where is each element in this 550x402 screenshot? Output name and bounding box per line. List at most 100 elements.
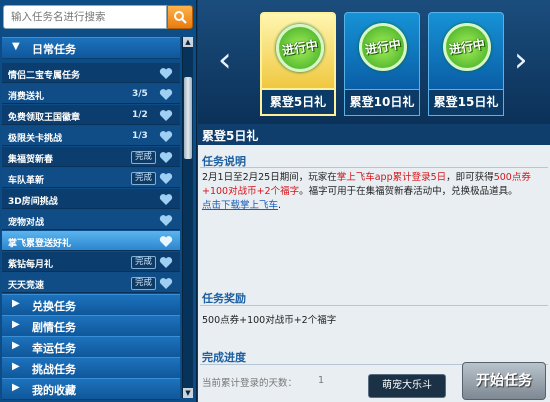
- in-progress-badge: 进行中: [276, 24, 324, 72]
- task-item[interactable]: 车队革新 完成: [2, 168, 180, 188]
- tooltip: 萌宠大乐斗: [368, 374, 446, 398]
- in-progress-badge: 进行中: [359, 23, 407, 71]
- start-task-button[interactable]: 开始任务: [462, 362, 546, 400]
- search-button[interactable]: [167, 5, 193, 29]
- task-name: 3D房间挑战: [8, 197, 58, 207]
- search-icon: [174, 11, 187, 24]
- card-label: 累登10日礼: [344, 90, 420, 116]
- heart-icon[interactable]: [159, 277, 173, 290]
- card-label: 累登5日礼: [260, 90, 336, 116]
- section-challenge-tasks[interactable]: ▶ 挑战任务: [2, 357, 180, 379]
- section-favorites[interactable]: ▶ 我的收藏: [2, 378, 180, 400]
- scroll-thumb[interactable]: [184, 77, 192, 159]
- scroll-down-icon[interactable]: ▼: [183, 388, 193, 398]
- task-description: 2月1日至2月25日期间，玩家在掌上飞车app累计登录5日，即可获得500点券+…: [202, 171, 544, 213]
- task-item[interactable]: 消费送礼 3/5: [2, 84, 180, 104]
- heart-icon[interactable]: [159, 67, 173, 80]
- task-name: 紫钻每月礼: [8, 260, 54, 270]
- heart-icon[interactable]: [159, 88, 173, 101]
- card-label: 累登15日礼: [428, 90, 504, 116]
- badge-text: 进行中: [281, 37, 320, 59]
- search-input[interactable]: [3, 5, 167, 29]
- task-name: 极限关卡挑战: [8, 134, 63, 144]
- heart-icon[interactable]: [159, 151, 173, 164]
- task-name: 天天竞速: [8, 281, 45, 291]
- task-progress: 1/2: [132, 110, 148, 120]
- section-label: 挑战任务: [32, 363, 76, 376]
- task-name: 消费送礼: [8, 92, 45, 102]
- task-progress: 1/3: [132, 131, 148, 141]
- task-name: 掌飞累登送好礼: [8, 239, 72, 249]
- task-name: 情侣二宝专属任务: [8, 71, 81, 81]
- task-item[interactable]: 紫钻每月礼 完成: [2, 252, 180, 272]
- task-title: 累登5日礼: [202, 129, 259, 143]
- task-name: 免费领取王国徽章: [8, 113, 81, 123]
- expand-arrow-icon: ▶: [12, 382, 20, 393]
- section-lucky-tasks[interactable]: ▶ 幸运任务: [2, 336, 180, 358]
- badge-text: 进行中: [448, 36, 487, 58]
- section-label: 日常任务: [32, 43, 76, 56]
- badge-text: 进行中: [364, 36, 403, 58]
- task-item[interactable]: 3D房间挑战: [2, 189, 180, 209]
- heart-icon[interactable]: [159, 235, 173, 248]
- in-progress-badge: 进行中: [443, 23, 491, 71]
- expand-arrow-icon: ▶: [12, 319, 20, 330]
- section-label: 我的收藏: [32, 384, 76, 397]
- heart-icon[interactable]: [159, 214, 173, 227]
- task-item[interactable]: 宠物对战: [2, 210, 180, 230]
- card-image: 进行中: [344, 12, 420, 90]
- reward-card-5day[interactable]: 进行中 累登5日礼: [260, 12, 336, 116]
- task-item-selected[interactable]: 掌飞累登送好礼: [2, 231, 180, 251]
- task-name: 宠物对战: [8, 218, 45, 228]
- heart-icon[interactable]: [159, 109, 173, 122]
- reward-card-10day[interactable]: 进行中 累登10日礼: [344, 12, 420, 116]
- task-item[interactable]: 免费领取王国徽章 1/2: [2, 105, 180, 125]
- desc-text: 2月1日至2月25日期间，玩家在: [202, 172, 337, 183]
- task-item[interactable]: 极限关卡挑战 1/3: [2, 126, 180, 146]
- progress-row: 当前累计登录的天数： 1: [202, 375, 324, 389]
- reward-card-15day[interactable]: 进行中 累登15日礼: [428, 12, 504, 116]
- task-item[interactable]: 天天竞速 完成: [2, 273, 180, 293]
- task-name: 车队革新: [8, 176, 45, 186]
- reward-text: 500点券+100对战币+2个福字: [202, 315, 337, 326]
- scroll-up-icon[interactable]: ▲: [183, 37, 193, 47]
- divider: [200, 167, 548, 168]
- section-label: 幸运任务: [32, 342, 76, 355]
- reward-carousel: ‹ › 进行中 累登5日礼 进行中 累登10日礼 进行中 累登15日礼: [198, 0, 550, 124]
- expand-arrow-icon: ▶: [12, 340, 20, 351]
- progress-header: 完成进度: [202, 351, 246, 364]
- card-image: 进行中: [260, 12, 336, 90]
- task-sidebar: ▼ 日常任务 情侣二宝专属任务 消费送礼 3/5 免费领取王国徽章 1/2 极限关卡…: [0, 0, 197, 402]
- task-item[interactable]: 情侣二宝专属任务: [2, 63, 180, 83]
- heart-icon[interactable]: [159, 256, 173, 269]
- section-daily-tasks[interactable]: ▼ 日常任务: [2, 37, 180, 59]
- section-label: 剧情任务: [32, 321, 76, 334]
- progress-value: 1: [318, 375, 325, 386]
- task-item[interactable]: 集福贺新春 完成: [2, 147, 180, 167]
- task-name: 集福贺新春: [8, 155, 54, 165]
- scrollbar[interactable]: ▲ ▼: [182, 37, 193, 398]
- card-image: 进行中: [428, 12, 504, 90]
- divider: [200, 305, 548, 306]
- status-badge: 完成: [131, 277, 157, 290]
- task-progress: 3/5: [132, 89, 148, 99]
- task-detail-area: ‹ › 进行中 累登5日礼 进行中 累登10日礼 进行中 累登15日礼 累登5日…: [198, 0, 550, 402]
- download-link[interactable]: 点击下载掌上飞车: [202, 200, 278, 211]
- task-detail-panel: 任务说明 2月1日至2月25日期间，玩家在掌上飞车app累计登录5日，即可获得5…: [198, 145, 550, 402]
- status-badge: 完成: [131, 256, 157, 269]
- reward-header: 任务奖励: [202, 292, 246, 305]
- desc-text: .: [278, 200, 282, 211]
- chevron-right-icon[interactable]: ›: [514, 43, 528, 77]
- status-badge: 完成: [131, 172, 157, 185]
- heart-icon[interactable]: [159, 193, 173, 206]
- section-plot-tasks[interactable]: ▶ 剧情任务: [2, 315, 180, 337]
- collapse-arrow-icon: ▼: [12, 41, 20, 52]
- section-exchange-tasks[interactable]: ▶ 兑换任务: [2, 294, 180, 316]
- chevron-left-icon[interactable]: ‹: [218, 43, 232, 77]
- status-badge: 完成: [131, 151, 157, 164]
- desc-highlight: 掌上飞车app累计登录5日: [336, 172, 447, 183]
- desc-text: ，即可获得: [446, 172, 494, 183]
- desc-text: 。福字可用于在集福贺新春活动中，兑换极品道具。: [299, 186, 518, 197]
- heart-icon[interactable]: [159, 130, 173, 143]
- heart-icon[interactable]: [159, 172, 173, 185]
